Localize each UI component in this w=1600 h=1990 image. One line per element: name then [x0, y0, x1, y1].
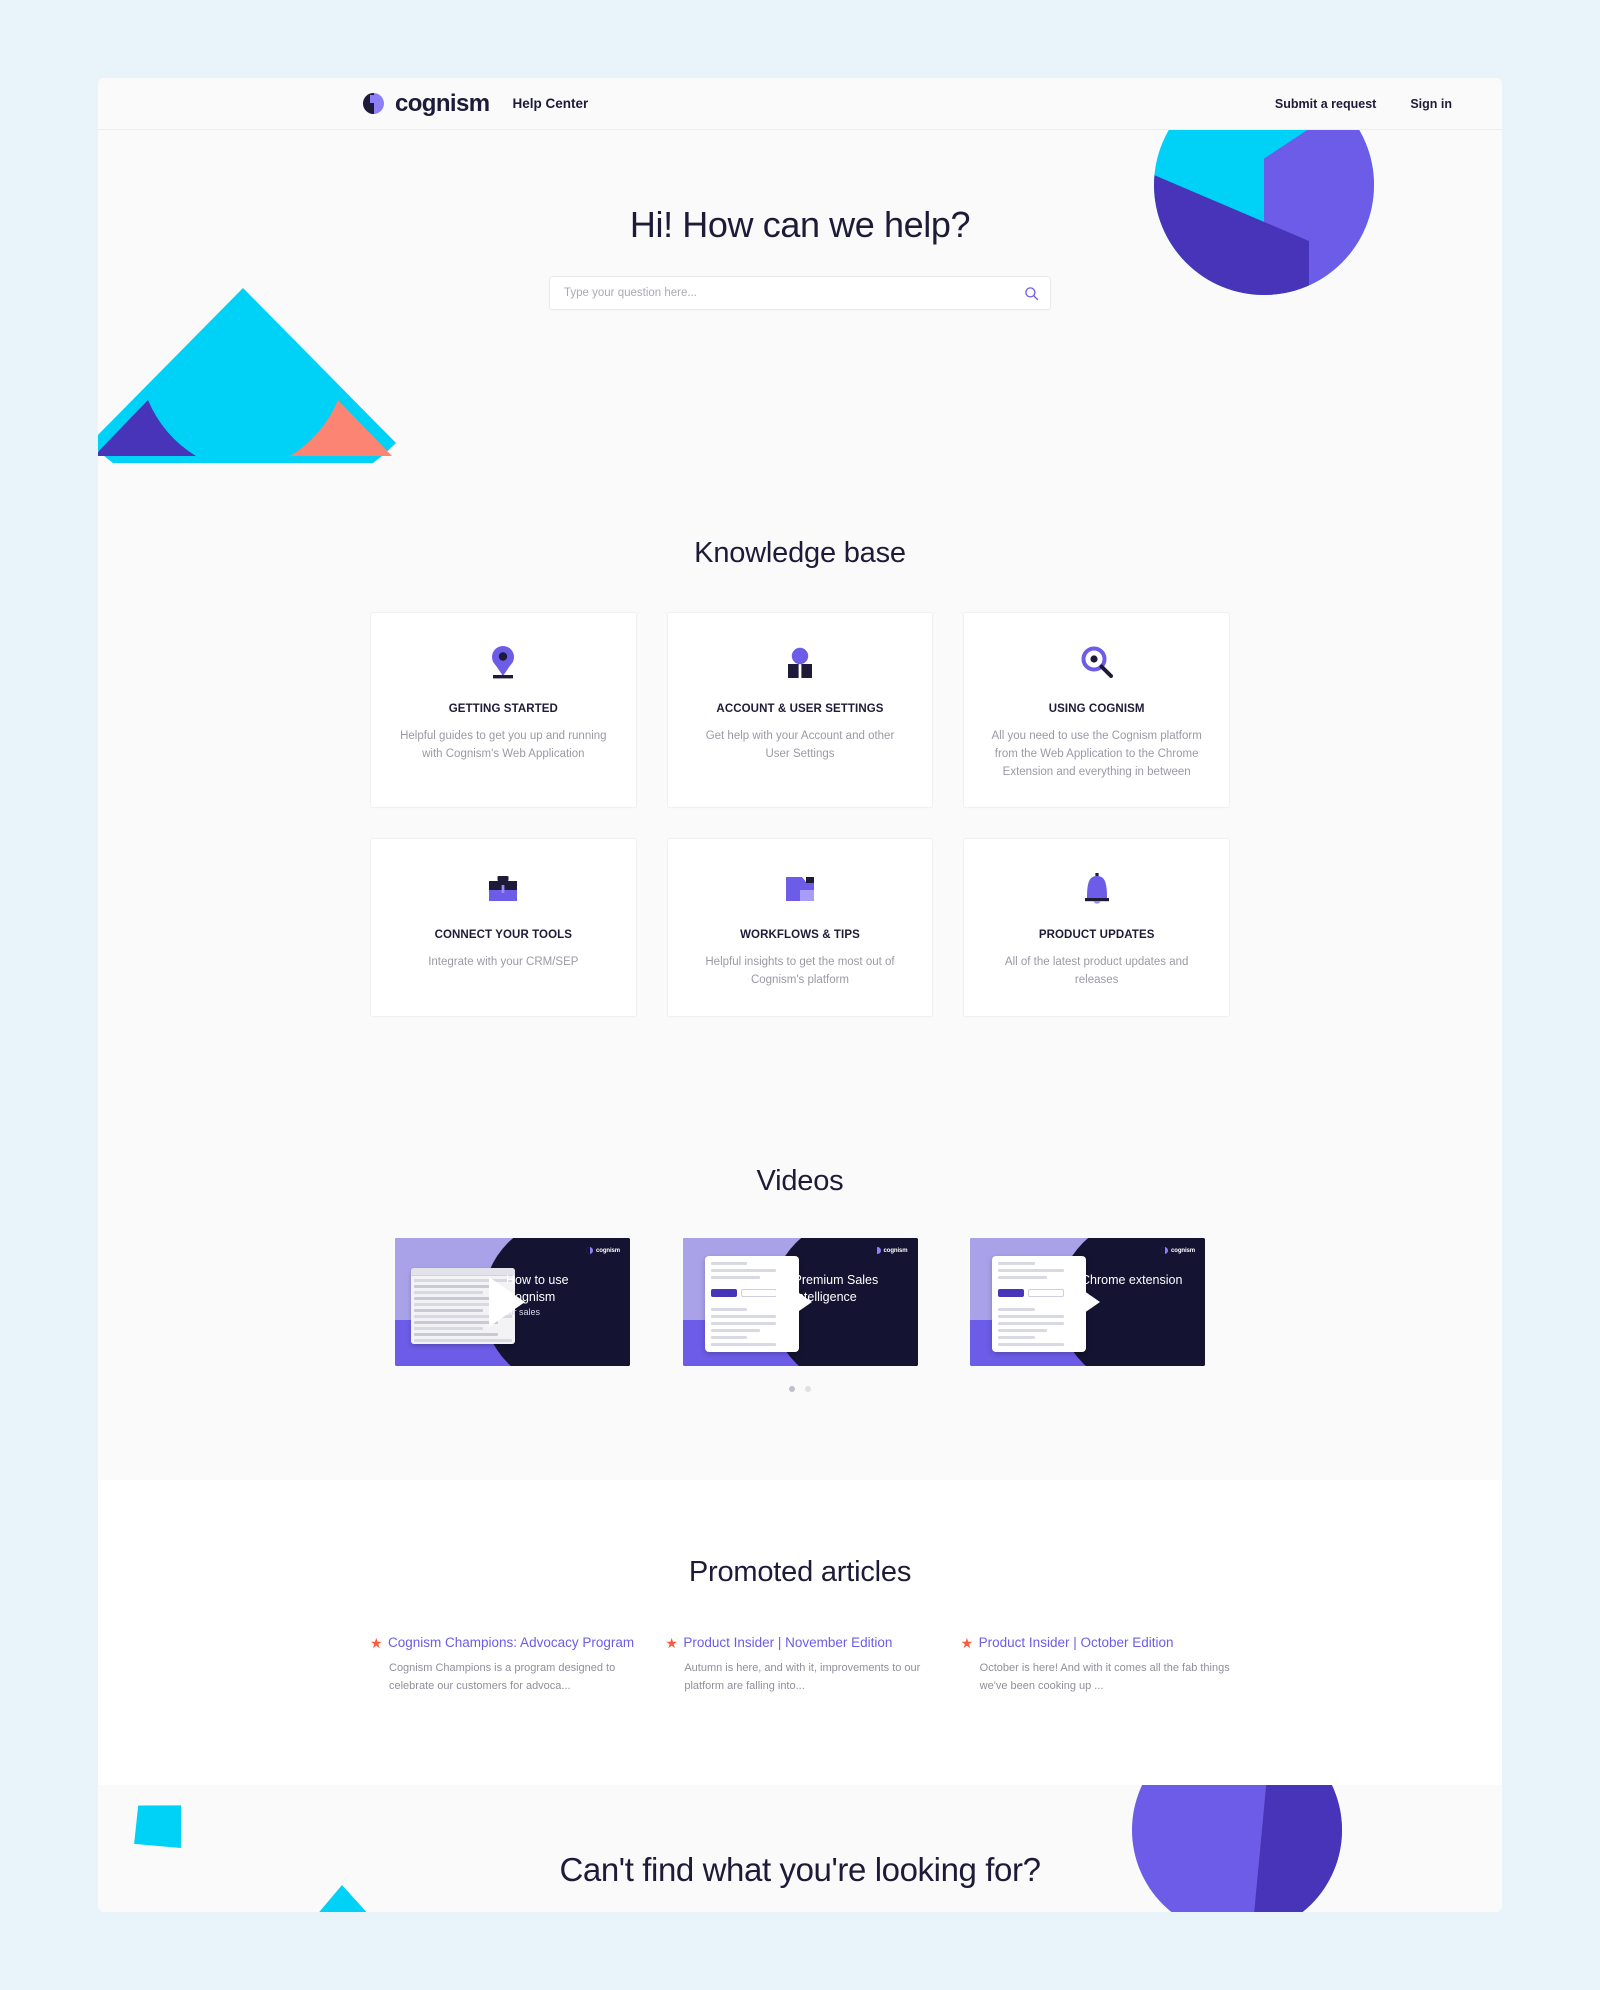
- promoted-articles-section: Promoted articles ★ Cognism Champions: A…: [98, 1480, 1502, 1786]
- carousel-dot-1[interactable]: [789, 1386, 795, 1393]
- cyan-chip-decoration: [129, 1800, 187, 1855]
- knowledge-base-title: Knowledge base: [694, 537, 906, 569]
- page-title: Hi! How can we help?: [629, 204, 971, 245]
- promoted-articles-grid: ★ Cognism Champions: Advocacy Program Co…: [370, 1635, 1230, 1695]
- search-button[interactable]: [1019, 281, 1043, 305]
- cta-title: Can't find what you're looking for?: [559, 1851, 1041, 1889]
- search-bar: [549, 276, 1051, 310]
- search-input[interactable]: [549, 276, 1051, 310]
- cognism-logo-icon: [363, 93, 384, 114]
- kb-card-description: Integrate with your CRM/SEP: [428, 956, 579, 969]
- video-brand-label: cognism: [596, 1247, 620, 1254]
- kb-card-description: All you need to use the Cognism platform…: [991, 730, 1202, 778]
- videos-title: Videos: [756, 1165, 844, 1198]
- promoted-article-snippet: Autumn is here, and with it, improvement…: [684, 1662, 921, 1692]
- video-card-premium-sales-intelligence[interactable]: cognism Premium Sales Intelligence: [682, 1238, 918, 1367]
- knowledge-base-grid: GETTING STARTED Helpful guides to get yo…: [370, 612, 1230, 1018]
- kb-card-getting-started[interactable]: GETTING STARTED Helpful guides to get yo…: [370, 612, 637, 809]
- sign-in-link[interactable]: Sign in: [1410, 97, 1452, 111]
- kb-card-description: All of the latest product updates and re…: [1004, 956, 1189, 987]
- kb-card-account-user-settings[interactable]: ACCOUNT & USER SETTINGS Get help with yo…: [666, 612, 934, 809]
- kb-card-description: Get help with your Account and other Use…: [705, 730, 895, 760]
- video-brand-label: cognism: [1171, 1247, 1195, 1254]
- site-header: cognism Help Center Submit a request Sig…: [98, 78, 1502, 130]
- videos-section: Videos cognism How to use Cognism for sa…: [98, 1017, 1502, 1393]
- search-icon: [1024, 286, 1038, 300]
- kb-card-description: Helpful insights to get the most out of …: [705, 956, 895, 987]
- carousel-pagination: [98, 1386, 1502, 1393]
- kb-card-description: Helpful guides to get you up and running…: [400, 730, 607, 760]
- cognism-logo-icon: cognism: [586, 1247, 620, 1255]
- video-brand-label: cognism: [883, 1247, 908, 1254]
- video-card-chrome-extension[interactable]: cognism Chrome extension: [970, 1238, 1205, 1367]
- toolbox-icon: [397, 869, 610, 909]
- star-icon: ★: [370, 1635, 383, 1652]
- kb-card-connect-your-tools[interactable]: CONNECT YOUR TOOLS Integrate with your C…: [370, 838, 637, 1018]
- pie-decoration: [1132, 1785, 1342, 1912]
- kb-card-label: USING COGNISM: [1048, 703, 1145, 715]
- kb-card-workflows-tips[interactable]: WORKFLOWS & TIPS Helpful insights to get…: [666, 838, 934, 1018]
- promoted-article-item: ★ Cognism Champions: Advocacy Program Co…: [370, 1635, 639, 1695]
- kb-card-label: CONNECT YOUR TOOLS: [434, 929, 573, 942]
- kb-card-label: PRODUCT UPDATES: [1038, 929, 1155, 942]
- knowledge-base-section: Knowledge base GETTING STARTED Helpful g…: [98, 475, 1502, 1018]
- screenshot-viewport: cognism Help Center Submit a request Sig…: [0, 0, 1600, 1990]
- star-icon: ★: [960, 1635, 974, 1652]
- hero-section: Hi! How can we help?: [98, 130, 1502, 475]
- promoted-article-snippet: October is here! And with it comes all t…: [979, 1662, 1230, 1692]
- promoted-article-snippet: Cognism Champions is a program designed …: [389, 1662, 616, 1692]
- cognism-logo-icon: cognism: [1161, 1247, 1195, 1255]
- star-icon: ★: [665, 1635, 678, 1652]
- cta-section: Can't find what you're looking for? READ…: [98, 1785, 1502, 1912]
- folder-icon: [694, 869, 907, 909]
- site-name: Help Center: [512, 96, 589, 111]
- video-card-how-to-use-cognism[interactable]: cognism How to use Cognism for sales: [395, 1238, 630, 1367]
- promoted-article-link[interactable]: Cognism Champions: Advocacy Program: [388, 1635, 639, 1651]
- location-pin-icon: [397, 643, 610, 683]
- promoted-article-link[interactable]: Product Insider | November Edition: [683, 1635, 934, 1651]
- video-carousel: cognism How to use Cognism for sales cog…: [395, 1238, 1205, 1367]
- play-icon[interactable]: [776, 1277, 812, 1328]
- cognism-logo-icon: cognism: [873, 1247, 908, 1255]
- play-icon[interactable]: [1063, 1277, 1100, 1328]
- header-nav: Submit a request Sign in: [1275, 97, 1452, 111]
- kb-card-using-cognism[interactable]: USING COGNISM All you need to use the Co…: [963, 612, 1230, 809]
- kb-card-label: GETTING STARTED: [448, 703, 558, 715]
- help-center-page: cognism Help Center Submit a request Sig…: [98, 78, 1502, 1912]
- play-icon[interactable]: [488, 1277, 525, 1328]
- kb-card-product-updates[interactable]: PRODUCT UPDATES All of the latest produc…: [963, 838, 1230, 1018]
- promoted-article-link[interactable]: Product Insider | October Edition: [979, 1635, 1230, 1651]
- kb-card-label: WORKFLOWS & TIPS: [740, 929, 860, 942]
- carousel-dot-2[interactable]: [805, 1386, 811, 1393]
- kb-card-label: ACCOUNT & USER SETTINGS: [716, 703, 884, 715]
- promoted-article-item: ★ Product Insider | November Edition Aut…: [665, 1635, 934, 1695]
- brand-logo[interactable]: cognism Help Center: [363, 90, 588, 118]
- magnifier-icon: [990, 643, 1203, 683]
- submit-a-request-link[interactable]: Submit a request: [1275, 97, 1376, 111]
- bell-icon: [990, 869, 1203, 909]
- user-account-icon: [694, 643, 907, 683]
- promoted-articles-title: Promoted articles: [688, 1556, 912, 1589]
- promoted-article-item: ★ Product Insider | October Edition Octo…: [961, 1635, 1230, 1695]
- logo-wordmark: cognism: [395, 89, 490, 117]
